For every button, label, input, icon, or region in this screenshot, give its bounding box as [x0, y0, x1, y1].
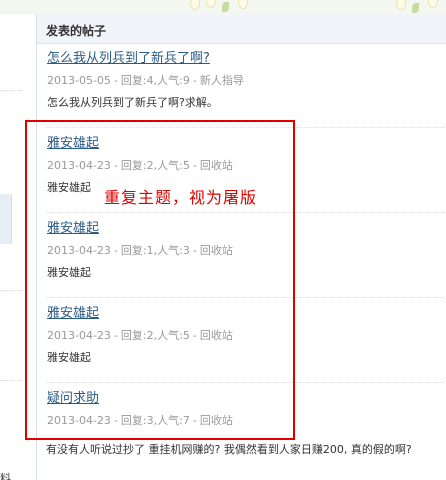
post-title-link[interactable]: 雅安雄起 [47, 221, 233, 237]
post-excerpt: 怎么我从列兵到了新兵了啊?求解。 [47, 96, 218, 109]
divider [47, 127, 445, 128]
annotation-label: 重复主题，视为屠版 [104, 188, 258, 207]
post-excerpt: 有没有人听说过抄了 重挂机网赚的? 我偶然看到人家日赚200, 真的假的啊? [46, 443, 412, 456]
post-replies: 回复:2 [120, 329, 154, 342]
left-sidebar: 料 [0, 14, 32, 480]
panel-title: 发表的帖子 [37, 14, 446, 44]
post-meta: 2013-05-05- 回复:4,人气:9- 新人指导 [47, 74, 244, 87]
post-views: 人气:9 [157, 74, 190, 87]
post-date: 2013-04-23 [47, 244, 111, 257]
post-item: 怎么我从列兵到了新兵了啊? 2013-05-05- 回复:4,人气:9- 新人指导 … [47, 51, 244, 110]
post-item: 雅安雄起 2013-04-23- 回复:1,人气:3- 回收站 雅安雄起 [47, 221, 233, 280]
flower-decoration [238, 0, 248, 9]
post-category: 回收站 [199, 329, 233, 342]
post-meta: 2013-04-23- 回复:1,人气:3- 回收站 [47, 244, 233, 257]
post-date: 2013-04-23 [47, 159, 111, 172]
post-meta: 2013-04-23- 回复:2,人气:5- 回收站 [47, 159, 233, 172]
flower-decoration [428, 0, 438, 8]
post-excerpt: 雅安雄起 [47, 266, 91, 279]
post-replies: 回复:2 [120, 159, 154, 172]
post-category: 回收站 [199, 159, 233, 172]
post-title-link[interactable]: 怎么我从列兵到了新兵了啊? [47, 51, 244, 67]
post-category: 回收站 [199, 244, 233, 257]
post-title-link[interactable]: 疑问求助 [47, 391, 233, 407]
posts-panel: 发表的帖子 怎么我从列兵到了新兵了啊? 2013-05-05- 回复:4,人气:9… [36, 14, 446, 480]
post-item: 疑问求助 2013-04-23- 回复:3,人气:7- 回收站 [47, 391, 233, 428]
divider [0, 90, 22, 91]
flower-decoration [396, 0, 406, 10]
flower-decoration [206, 0, 216, 8]
post-date: 2013-04-23 [47, 329, 111, 342]
post-category: 新人指导 [199, 74, 244, 87]
divider [47, 297, 445, 298]
post-date: 2013-05-05 [47, 74, 111, 87]
divider [0, 380, 22, 381]
post-excerpt: 雅安雄起 [47, 351, 91, 364]
post-replies: 回复:4 [120, 74, 154, 87]
post-replies: 回复:3 [120, 414, 154, 427]
leaf-decoration [412, 3, 419, 13]
post-views: 人气:5 [157, 329, 190, 342]
post-views: 人气:3 [157, 244, 190, 257]
post-meta: 2013-04-23- 回复:2,人气:5- 回收站 [47, 329, 233, 342]
sidebar-text-fragment: 料 [0, 472, 11, 480]
header-banner [0, 0, 446, 14]
flower-decoration [190, 0, 200, 10]
post-date: 2013-04-23 [47, 414, 111, 427]
divider [47, 212, 445, 213]
post-item: 雅安雄起 2013-04-23- 回复:2,人气:5- 回收站 雅安雄起 [47, 306, 233, 365]
sidebar-selected-item[interactable] [0, 194, 12, 244]
post-meta: 2013-04-23- 回复:3,人气:7- 回收站 [47, 414, 233, 427]
post-title-link[interactable]: 雅安雄起 [47, 306, 233, 322]
divider [0, 290, 22, 291]
post-views: 人气:7 [157, 414, 190, 427]
post-category: 回收站 [199, 414, 233, 427]
leaf-decoration [222, 2, 229, 12]
post-replies: 回复:1 [120, 244, 154, 257]
post-title-link[interactable]: 雅安雄起 [47, 136, 233, 152]
divider [47, 382, 445, 383]
post-views: 人气:5 [157, 159, 190, 172]
